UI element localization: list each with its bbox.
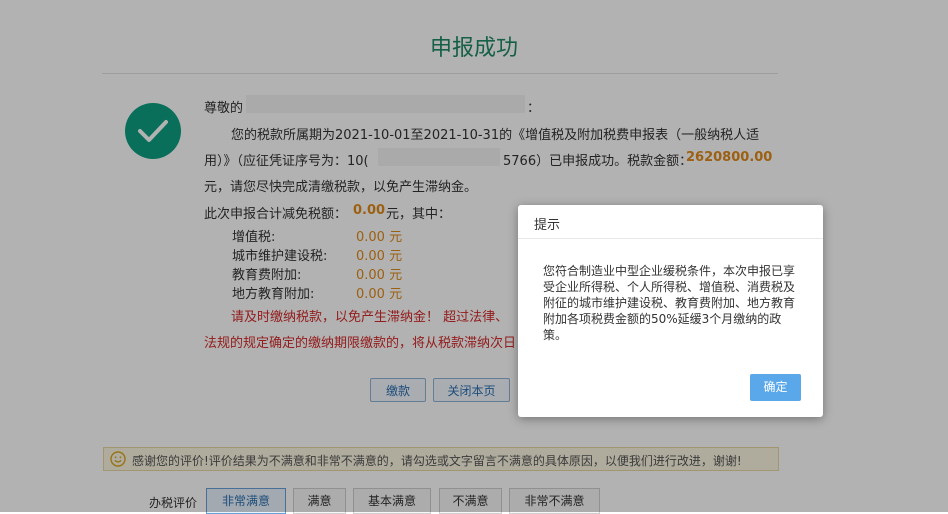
dialog-message: 您符合制造业中型企业缓税条件，本次申报已享受企业所得税、个人所得税、增值税、消费… [543,264,796,342]
dialog-header: 提示 [518,205,823,239]
dialog-title: 提示 [534,218,561,233]
tip-dialog: 提示 您符合制造业中型企业缓税条件，本次申报已享受企业所得税、个人所得税、增值税… [518,205,823,417]
dialog-ok-button[interactable]: 确定 [750,374,801,401]
